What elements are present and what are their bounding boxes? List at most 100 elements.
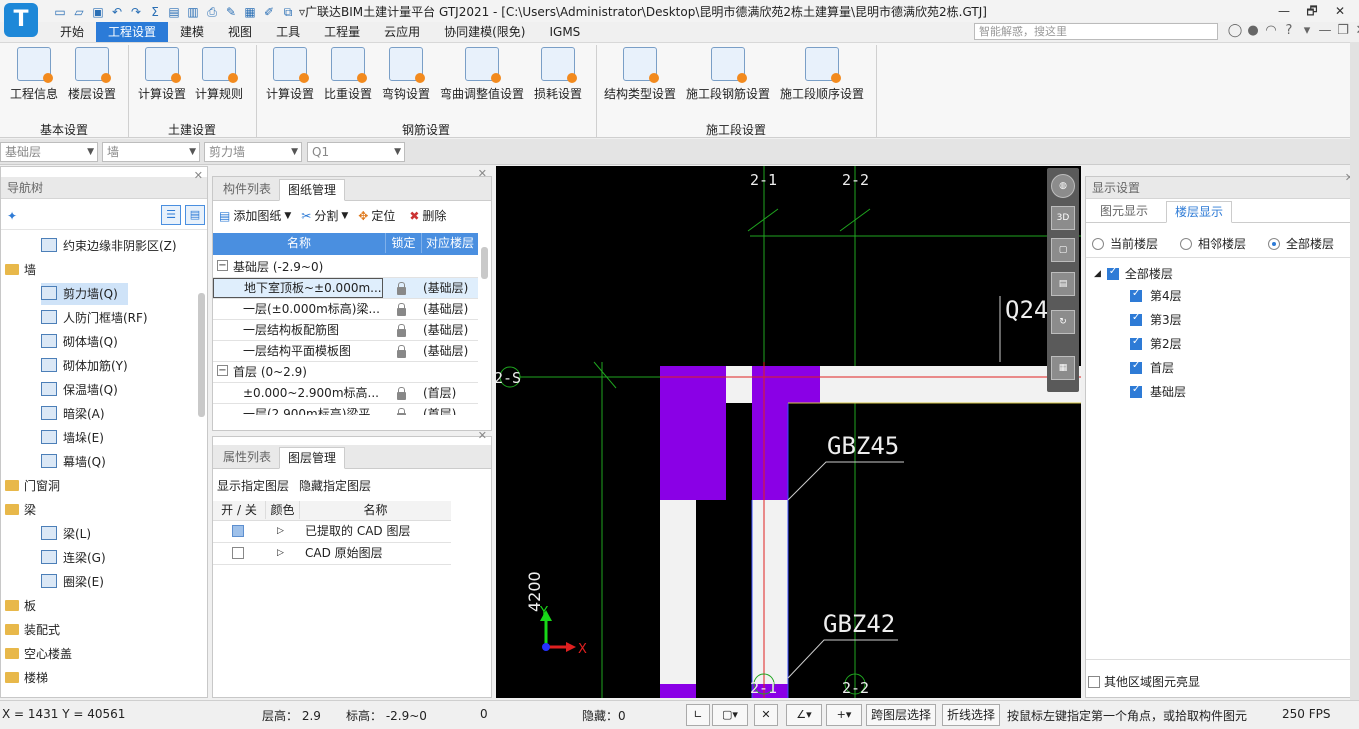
snap-icon[interactable]: ▢▾ <box>712 704 748 726</box>
column-gbz-left[interactable] <box>660 366 726 500</box>
drawing-row[interactable]: 一层(2.900m标高)梁平... (首层) <box>213 404 478 415</box>
floor-checkbox[interactable] <box>1130 384 1142 398</box>
pen-icon[interactable]: ✐ <box>261 4 277 20</box>
segment-rebar-button[interactable]: 施工段钢筋设置 <box>684 47 772 102</box>
drawing-canvas[interactable]: 2-1 2-2 2-S 2-1 2-2 Q24 GBZ45 GBZ42 4200… <box>496 166 1081 698</box>
nav-item[interactable]: 保温墙(Q) <box>41 379 118 401</box>
tab-layer-management[interactable]: 图层管理 <box>279 447 346 469</box>
show-layer-button[interactable]: 显示指定图层 <box>217 477 289 494</box>
nav-item[interactable]: 砌体加筋(Y) <box>41 355 128 377</box>
nav-item[interactable]: 剪力墙(Q) <box>41 283 128 305</box>
list-view-icon[interactable]: ☰ <box>161 205 181 225</box>
cross-layer-select-button[interactable]: 跨图层选择 <box>866 704 937 726</box>
subtype-select[interactable]: 剪力墙 ▼ <box>204 142 302 162</box>
floor-checkbox[interactable] <box>1130 336 1142 350</box>
floor-group-row[interactable]: − 首层 (0~2.9) <box>213 362 478 383</box>
lock-icon[interactable] <box>397 345 406 358</box>
checkbox-all-floors[interactable] <box>1106 266 1119 280</box>
floor-check-item[interactable]: 首层 <box>1130 359 1174 376</box>
minimize-button[interactable]: — <box>1270 1 1298 21</box>
undo-icon[interactable]: ↶ <box>109 4 125 20</box>
cad-drawing[interactable]: 2-1 2-2 2-S 2-1 2-2 Q24 GBZ45 GBZ42 4200… <box>496 166 1081 698</box>
tab-floor-display[interactable]: 楼层显示 <box>1166 201 1233 223</box>
calc-rules-button[interactable]: 计算规则 <box>193 47 245 102</box>
add-drawing-button[interactable]: 添加图纸 <box>233 207 281 224</box>
restore-ribbon-icon[interactable]: ❐ <box>1334 22 1352 40</box>
split-button[interactable]: 分割 <box>314 207 338 224</box>
minimize-ribbon-icon[interactable]: — <box>1316 22 1334 40</box>
rebar-calc-settings-button[interactable]: 计算设置 <box>264 47 316 102</box>
lock-icon[interactable] <box>397 303 406 316</box>
column-gbz-bottom[interactable] <box>660 684 696 698</box>
lock-icon[interactable] <box>397 282 406 295</box>
table-view-icon[interactable]: ▤ <box>185 205 205 225</box>
drawing-row[interactable]: 一层(±0.000m标高)梁... (基础层) <box>213 299 478 320</box>
collapse-icon[interactable]: ◢ <box>1094 269 1101 279</box>
dropdown-icon[interactable]: ▾ <box>1298 22 1316 40</box>
print-icon[interactable]: ⎙ <box>204 4 220 20</box>
close-doc-icon[interactable]: ✕ <box>1352 22 1359 40</box>
floor-group-row[interactable]: − 基础层 (-2.9~0) <box>213 257 478 278</box>
nav-item[interactable]: 墙垛(E) <box>41 427 104 449</box>
lock-cell[interactable] <box>397 322 406 342</box>
menu-igms[interactable]: IGMS <box>537 22 592 42</box>
lock-cell[interactable] <box>397 406 406 415</box>
expand-icon[interactable]: ▷ <box>277 543 284 563</box>
save-icon[interactable]: ▣ <box>90 4 106 20</box>
message-icon[interactable]: ● <box>1244 22 1262 40</box>
menu-project-settings[interactable]: 工程设置 <box>96 22 169 42</box>
user-icon[interactable]: ◯ <box>1226 22 1244 40</box>
edit-icon[interactable]: ✎ <box>223 4 239 20</box>
loss-settings-button[interactable]: 损耗设置 <box>532 47 584 102</box>
menu-modeling[interactable]: 建模 <box>168 22 216 42</box>
tab-property-list[interactable]: 属性列表 <box>215 447 279 469</box>
lock-icon[interactable] <box>397 387 406 400</box>
close-icon[interactable]: ✕ <box>478 167 487 180</box>
close-button[interactable]: ✕ <box>1326 1 1354 21</box>
polyline-select-button[interactable]: 折线选择 <box>942 704 1001 726</box>
open-folder-icon[interactable]: ▱ <box>71 4 87 20</box>
nav-item[interactable]: 梁(L) <box>41 523 91 545</box>
add-component-icon[interactable]: ✦ <box>7 209 17 223</box>
nav-folder[interactable]: 门窗洞 <box>5 475 60 497</box>
tab-element-display[interactable]: 图元显示 <box>1092 201 1156 223</box>
view-report-icon[interactable]: ▥ <box>185 4 201 20</box>
rotate-icon[interactable]: ↻ <box>1051 310 1075 334</box>
delete-button[interactable]: 删除 <box>422 207 446 224</box>
expand-icon[interactable]: ▷ <box>277 521 284 541</box>
nav-item[interactable]: 圈梁(E) <box>41 571 104 593</box>
floor-check-item[interactable]: 第2层 <box>1130 335 1182 352</box>
layer-row[interactable]: ▷ CAD 原始图层 <box>213 543 451 565</box>
project-info-button[interactable]: 工程信息 <box>8 47 60 102</box>
nav-item[interactable]: 连梁(G) <box>41 547 106 569</box>
bend-adjust-button[interactable]: 弯曲调整值设置 <box>438 47 526 102</box>
weight-settings-button[interactable]: 比重设置 <box>322 47 374 102</box>
grid-icon[interactable]: ▦ <box>242 4 258 20</box>
menu-collab[interactable]: 协同建模(限免) <box>432 22 537 42</box>
nav-item[interactable]: 约束边缘非阴影区(Z) <box>41 235 177 257</box>
drawing-row[interactable]: ±0.000~2.900m标高... (首层) <box>213 383 478 404</box>
component-type-select[interactable]: 墙 ▼ <box>102 142 200 162</box>
drawing-row[interactable]: 地下室顶板~±0.000m... (基础层) <box>213 278 478 299</box>
close-icon[interactable]: ✕ <box>194 165 203 187</box>
report-icon[interactable]: ▤ <box>166 4 182 20</box>
floor-check-item[interactable]: 第3层 <box>1130 311 1182 328</box>
drawing-row[interactable]: 一层结构板配筋图 (基础层) <box>213 320 478 341</box>
menu-cloud[interactable]: 云应用 <box>372 22 432 42</box>
floor-select[interactable]: 基础层 ▼ <box>0 142 98 162</box>
cube-front-icon[interactable]: ▢ <box>1051 238 1075 262</box>
locate-button[interactable]: 定位 <box>371 207 395 224</box>
floor-settings-button[interactable]: 楼层设置 <box>66 47 118 102</box>
nav-item[interactable]: 暗梁(A) <box>41 403 105 425</box>
right-edge-scrollbar[interactable] <box>1350 42 1359 700</box>
floor-check-item[interactable]: 基础层 <box>1130 383 1186 400</box>
checkbox-highlight-other[interactable] <box>1088 675 1100 688</box>
redo-icon[interactable]: ↷ <box>128 4 144 20</box>
floor-check-item[interactable]: 第4层 <box>1130 287 1182 304</box>
nav-folder[interactable]: 墙 <box>5 259 36 281</box>
structure-type-button[interactable]: 结构类型设置 <box>602 47 678 102</box>
angle-icon[interactable]: ∠▾ <box>786 704 822 726</box>
nav-folder[interactable]: 装配式 <box>5 619 60 641</box>
nav-item[interactable]: 幕墙(Q) <box>41 451 106 473</box>
ortho-icon[interactable]: ∟ <box>686 704 710 726</box>
